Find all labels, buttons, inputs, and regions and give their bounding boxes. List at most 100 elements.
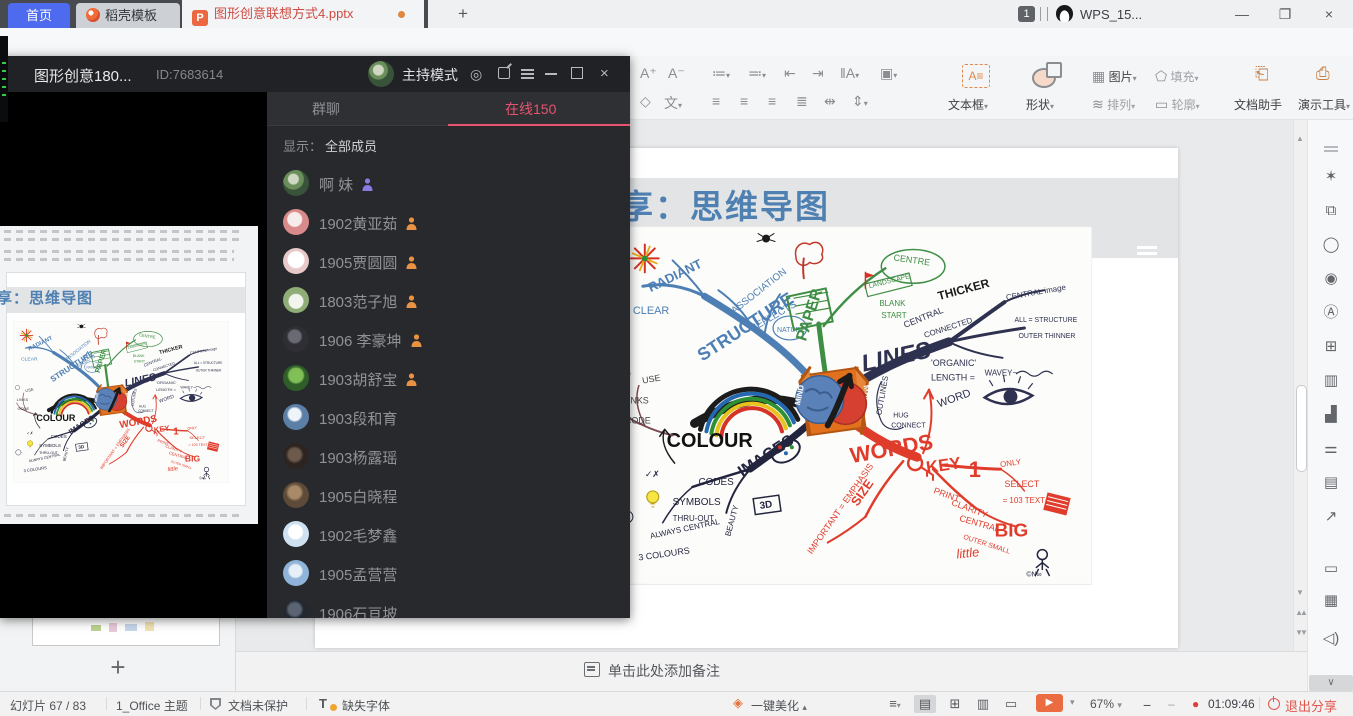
member-row[interactable]: 1903杨露瑶 bbox=[267, 437, 630, 476]
present-tools-icon[interactable]: ⎙ bbox=[1316, 64, 1330, 84]
clear-format-icon[interactable]: ◇ bbox=[640, 93, 651, 110]
justify-icon[interactable]: ≣ bbox=[796, 93, 808, 110]
slide-counter[interactable]: 幻灯片 67 / 83 bbox=[10, 697, 86, 714]
scroll-down-arrow[interactable]: ▼ bbox=[1294, 588, 1306, 597]
table-icon[interactable]: ⊞ bbox=[1322, 338, 1340, 356]
sidebar-collapse-button[interactable]: ∨ bbox=[1309, 675, 1353, 691]
doc-assistant-icon[interactable]: ⎗ bbox=[1255, 64, 1269, 84]
qq-account-icon[interactable] bbox=[1056, 5, 1073, 22]
box-icon[interactable]: ▭ bbox=[1322, 560, 1340, 578]
class-close-icon[interactable]: × bbox=[600, 66, 609, 82]
outdent-icon[interactable]: ⇤ bbox=[784, 65, 796, 82]
host-avatar[interactable] bbox=[368, 61, 394, 87]
class-window-header[interactable]: 图形创意180... ID:7683614 主持模式 ◎ × bbox=[0, 56, 630, 92]
align-left-icon[interactable]: ≡ bbox=[712, 93, 720, 109]
line-spacing-icon[interactable]: ⇕▾ bbox=[852, 93, 868, 110]
member-row[interactable]: 1906石亘坡 bbox=[267, 593, 630, 618]
protection-status[interactable]: 文档未保护 bbox=[228, 697, 288, 714]
member-row[interactable]: 1903段和育 bbox=[267, 398, 630, 437]
zoom-slider[interactable]: – bbox=[1168, 697, 1175, 711]
image-frame-icon[interactable]: ▤ bbox=[1322, 474, 1340, 492]
class-maximize-icon[interactable] bbox=[571, 67, 583, 79]
class-settings-icon[interactable]: ◎ bbox=[470, 66, 482, 82]
arrange-button[interactable]: ≋ 排列▾ bbox=[1092, 96, 1135, 113]
picture-button[interactable]: ▦ 图片▾ bbox=[1092, 68, 1137, 85]
chart-icon[interactable]: ▟ bbox=[1322, 406, 1340, 424]
session-count-badge[interactable]: 1 bbox=[1018, 6, 1035, 22]
member-row[interactable]: 1902黄亚茹 bbox=[267, 203, 630, 242]
align-right-icon[interactable]: ≡ bbox=[768, 93, 776, 109]
outline-view-icon[interactable]: ≡▾ bbox=[884, 695, 906, 713]
member-row[interactable]: 1905孟营营 bbox=[267, 554, 630, 593]
speaker-icon[interactable]: ◁) bbox=[1322, 630, 1340, 648]
account-name[interactable]: WPS_15... bbox=[1080, 7, 1142, 22]
align-center-icon[interactable]: ≡ bbox=[740, 93, 748, 109]
picture-icon[interactable]: ▦ bbox=[1322, 592, 1340, 610]
class-menu-icon[interactable] bbox=[521, 69, 534, 71]
play-slideshow-button[interactable]: ▶ bbox=[1036, 694, 1063, 712]
host-mode-label[interactable]: 主持模式 bbox=[402, 65, 458, 85]
member-row[interactable]: 啊 妹 bbox=[267, 164, 630, 203]
text-direction-icon[interactable]: ‖A▾ bbox=[840, 65, 859, 81]
layout-icon[interactable]: ▥ bbox=[1322, 372, 1340, 390]
distribute-icon[interactable]: ⇹ bbox=[824, 93, 836, 110]
presenter-view-icon[interactable]: ▭ bbox=[1000, 695, 1022, 713]
beautify-button[interactable]: 一键美化 ▴ bbox=[751, 697, 807, 714]
next-slide-button[interactable]: ▼▼ bbox=[1294, 628, 1306, 637]
reading-view-icon[interactable]: ▥ bbox=[972, 695, 994, 713]
font-decrease-icon[interactable]: A⁻ bbox=[668, 65, 685, 82]
tab-online-members[interactable]: 在线150 bbox=[505, 99, 556, 119]
sidebar-drag-handle[interactable] bbox=[1324, 146, 1338, 148]
fill-button[interactable]: ⬠ 填充▾ bbox=[1155, 68, 1199, 85]
member-row[interactable]: 1906 李豪坤 bbox=[267, 320, 630, 359]
filter-value[interactable]: 全部成员 bbox=[325, 136, 377, 155]
insert-shape-icon[interactable]: ◯ bbox=[1322, 236, 1340, 254]
outline-button[interactable]: ▭ 轮廓▾ bbox=[1155, 96, 1200, 113]
member-row[interactable]: 1902毛梦鑫 bbox=[267, 515, 630, 554]
new-slide-button[interactable]: + bbox=[103, 652, 133, 682]
restore-button[interactable]: ❐ bbox=[1268, 0, 1302, 28]
normal-view-icon[interactable]: ▤ bbox=[914, 695, 936, 713]
present-tools-button[interactable]: 演示工具▾ bbox=[1298, 96, 1350, 113]
exit-share-button[interactable]: 退出分享 bbox=[1285, 696, 1337, 715]
tab-home[interactable]: 首页 bbox=[8, 3, 70, 28]
missing-fonts[interactable]: 缺失字体 bbox=[342, 697, 390, 714]
tab-group-chat[interactable]: 群聊 bbox=[312, 99, 340, 119]
pop-out-icon[interactable] bbox=[498, 67, 510, 79]
settings-sliders-icon[interactable]: ⚌ bbox=[1322, 440, 1340, 458]
minimize-button[interactable]: — bbox=[1225, 0, 1259, 28]
close-button[interactable]: × bbox=[1312, 0, 1346, 28]
beautify-star-icon[interactable]: ✶ bbox=[1322, 168, 1340, 186]
swap-shape-icon[interactable]: ⧉ bbox=[1322, 202, 1340, 220]
medal-icon[interactable]: ◉ bbox=[1322, 270, 1340, 288]
notes-placeholder[interactable]: 单击此处添加备注 bbox=[608, 661, 720, 681]
previous-slide-button[interactable]: ▲▲ bbox=[1294, 608, 1306, 617]
new-tab-button[interactable]: + bbox=[452, 3, 474, 25]
scroll-up-arrow[interactable]: ▲ bbox=[1294, 134, 1306, 143]
class-minimize-icon[interactable] bbox=[545, 73, 557, 75]
indent-icon[interactable]: ⇥ bbox=[812, 65, 824, 82]
tab-document[interactable]: P图形创意联想方式4.pptx bbox=[182, 0, 424, 28]
shapes-button[interactable]: 形状▾ bbox=[1026, 96, 1054, 113]
mindmap-image[interactable] bbox=[615, 226, 1092, 585]
theme-name[interactable]: 1_Office 主题 bbox=[116, 697, 188, 714]
zoom-out-button[interactable]: − bbox=[1143, 697, 1151, 713]
bullet-list-icon[interactable]: ≔▾ bbox=[712, 65, 730, 82]
member-list[interactable]: 啊 妹 1902黄亚茹 1905贾圆圆 1803范子旭 1906 李豪坤 190… bbox=[267, 164, 630, 618]
tab-docer-templates[interactable]: 稻壳模板 bbox=[76, 3, 180, 28]
text-box-style-icon[interactable]: ▣▾ bbox=[880, 65, 897, 82]
member-row[interactable]: 1905白晓程 bbox=[267, 476, 630, 515]
font-increase-icon[interactable]: A⁺ bbox=[640, 65, 657, 82]
member-row[interactable]: 1803范子旭 bbox=[267, 281, 630, 320]
zoom-level[interactable]: 67% ▾ bbox=[1090, 697, 1122, 711]
export-icon[interactable]: ↗ bbox=[1322, 508, 1340, 526]
doc-assistant-button[interactable]: 文档助手 bbox=[1234, 96, 1282, 113]
slide-sorter-icon[interactable]: ⊞ bbox=[944, 695, 966, 713]
wordart-icon[interactable]: Ⓐ bbox=[1322, 304, 1340, 322]
play-options-arrow[interactable]: ▾ bbox=[1070, 697, 1075, 708]
member-row[interactable]: 1905贾圆圆 bbox=[267, 242, 630, 281]
member-row[interactable]: 1903胡舒宝 bbox=[267, 359, 630, 398]
textbox-button[interactable]: 文本框▾ bbox=[948, 96, 988, 113]
scrollbar-thumb[interactable] bbox=[1296, 385, 1307, 472]
pinyin-icon[interactable]: 文▾ bbox=[664, 93, 682, 113]
